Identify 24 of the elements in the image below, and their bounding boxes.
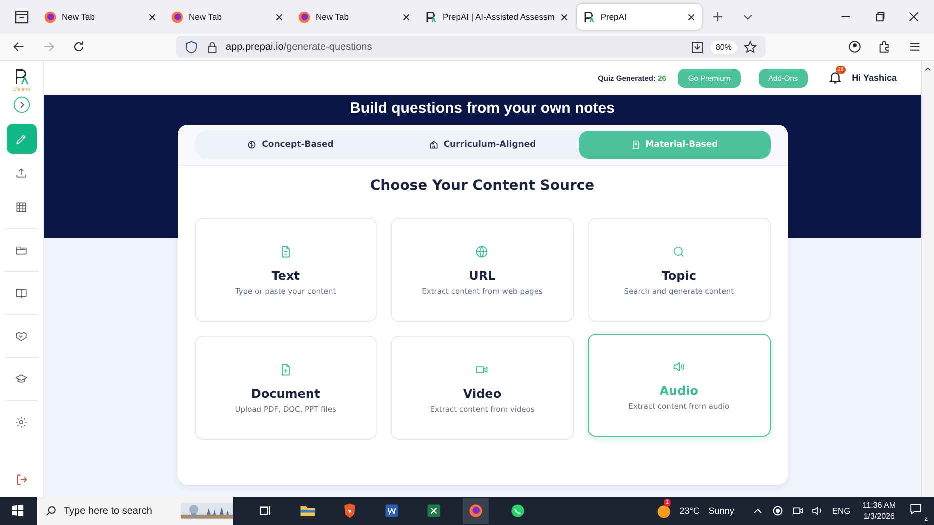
source-title: Text	[272, 268, 300, 282]
browser-tab[interactable]: New Tab	[292, 4, 417, 30]
zoom-level[interactable]: 80%	[710, 40, 737, 54]
language-indicator[interactable]: ENG	[832, 506, 851, 516]
source-title: Audio	[660, 384, 699, 398]
section-title: Choose Your Content Source	[369, 178, 596, 194]
browser-tab[interactable]: New Tab	[165, 4, 290, 30]
browser-tab[interactable]: PrepAI	[576, 4, 702, 30]
mode-tab[interactable]: Curriculum-Aligned	[386, 131, 578, 159]
browser-tab[interactable]: PrepAI | AI-Assisted Assessm	[419, 4, 575, 30]
hero-title: Build questions from your own notes	[350, 99, 615, 119]
browser-tab[interactable]: New Tab	[38, 4, 163, 30]
user-greeting[interactable]: Hi Yashica	[852, 73, 897, 83]
temperature[interactable]: 23°C	[680, 506, 700, 516]
mode-tab[interactable]: Concept-Based	[194, 131, 386, 159]
source-title: URL	[469, 268, 496, 282]
clock-date[interactable]: 1/3/2026	[864, 511, 895, 522]
address-bar[interactable]: app.prepai.io/generate-questions 80%	[176, 36, 766, 58]
weather-condition[interactable]: Sunny	[708, 506, 734, 516]
taskbar-search[interactable]: Type here to search	[37, 497, 233, 525]
source-title: Video	[463, 386, 502, 400]
source-title: Document	[251, 386, 320, 400]
source-title: Topic	[662, 268, 696, 282]
clock-time[interactable]: 11:36 AM	[862, 500, 896, 511]
